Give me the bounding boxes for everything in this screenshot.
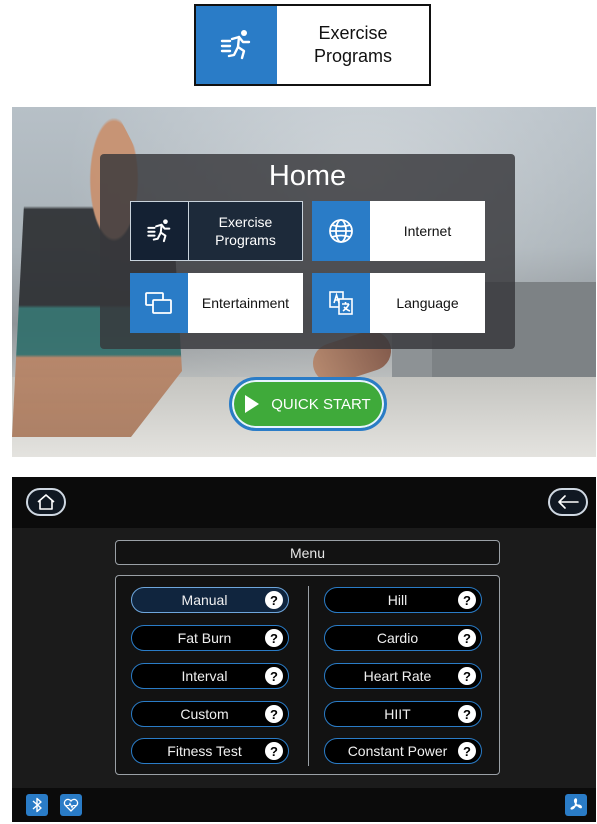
exercise-programs-button[interactable]: Exercise Programs	[130, 201, 303, 261]
menu-screen: Menu Manual ? Fat Burn ? Interval ? Cust…	[12, 477, 596, 822]
home-screen: Home Exercise Programs Internet Entertai…	[12, 107, 596, 457]
program-list: Manual ? Fat Burn ? Interval ? Custom ? …	[115, 575, 500, 775]
entertainment-button[interactable]: Entertainment	[130, 273, 303, 333]
help-icon[interactable]: ?	[265, 629, 283, 647]
bluetooth-button[interactable]	[26, 794, 48, 816]
back-arrow-icon	[558, 495, 579, 509]
page-title: Home	[268, 160, 347, 192]
menu-title: Menu	[115, 540, 500, 565]
fan-icon	[570, 798, 582, 810]
internet-button[interactable]: Internet	[312, 201, 485, 261]
translate-icon	[312, 273, 370, 333]
column-divider	[308, 586, 309, 766]
home-button[interactable]	[26, 488, 66, 516]
help-icon[interactable]: ?	[265, 591, 283, 609]
help-icon[interactable]: ?	[458, 705, 476, 723]
help-icon[interactable]: ?	[265, 667, 283, 685]
program-constant-power-button[interactable]: Constant Power ?	[324, 738, 482, 764]
help-icon[interactable]: ?	[458, 667, 476, 685]
program-fitness-test-button[interactable]: Fitness Test ?	[131, 738, 289, 764]
top-bar	[12, 477, 596, 528]
bottom-bar	[12, 788, 596, 822]
play-icon	[245, 395, 260, 413]
program-fat-burn-button[interactable]: Fat Burn ?	[131, 625, 289, 651]
language-label: Language	[396, 294, 459, 311]
runner-icon	[131, 202, 189, 260]
globe-icon	[312, 201, 370, 261]
help-icon[interactable]: ?	[265, 705, 283, 723]
fan-button[interactable]	[565, 794, 587, 816]
bluetooth-icon	[32, 797, 42, 813]
program-cardio-button[interactable]: Cardio ?	[324, 625, 482, 651]
internet-label: Internet	[403, 222, 452, 239]
program-manual-button[interactable]: Manual ?	[131, 587, 289, 613]
runner-icon	[196, 6, 277, 84]
entertainment-label: Entertainment	[201, 294, 290, 311]
heart-pulse-icon	[63, 798, 79, 812]
quick-start-label: QUICK START	[271, 395, 371, 413]
help-icon[interactable]: ?	[458, 591, 476, 609]
language-button[interactable]: Language	[312, 273, 485, 333]
help-icon[interactable]: ?	[458, 629, 476, 647]
help-icon[interactable]: ?	[265, 742, 283, 760]
program-interval-button[interactable]: Interval ?	[131, 663, 289, 689]
heart-rate-button[interactable]	[60, 794, 82, 816]
help-icon[interactable]: ?	[458, 742, 476, 760]
program-hiit-button[interactable]: HIIT ?	[324, 701, 482, 727]
program-hill-button[interactable]: Hill ?	[324, 587, 482, 613]
exercise-programs-label: Exercise Programs	[313, 22, 393, 66]
home-icon	[37, 494, 55, 510]
screens-icon	[130, 273, 188, 333]
program-heart-rate-button[interactable]: Heart Rate ?	[324, 663, 482, 689]
exercise-programs-label: Exercise Programs	[215, 213, 276, 248]
program-custom-button[interactable]: Custom ?	[131, 701, 289, 727]
back-button[interactable]	[548, 488, 588, 516]
quick-start-button[interactable]: QUICK START	[229, 377, 387, 431]
home-panel: Home Exercise Programs Internet Entertai…	[100, 154, 515, 349]
exercise-programs-tile[interactable]: Exercise Programs	[194, 4, 431, 86]
